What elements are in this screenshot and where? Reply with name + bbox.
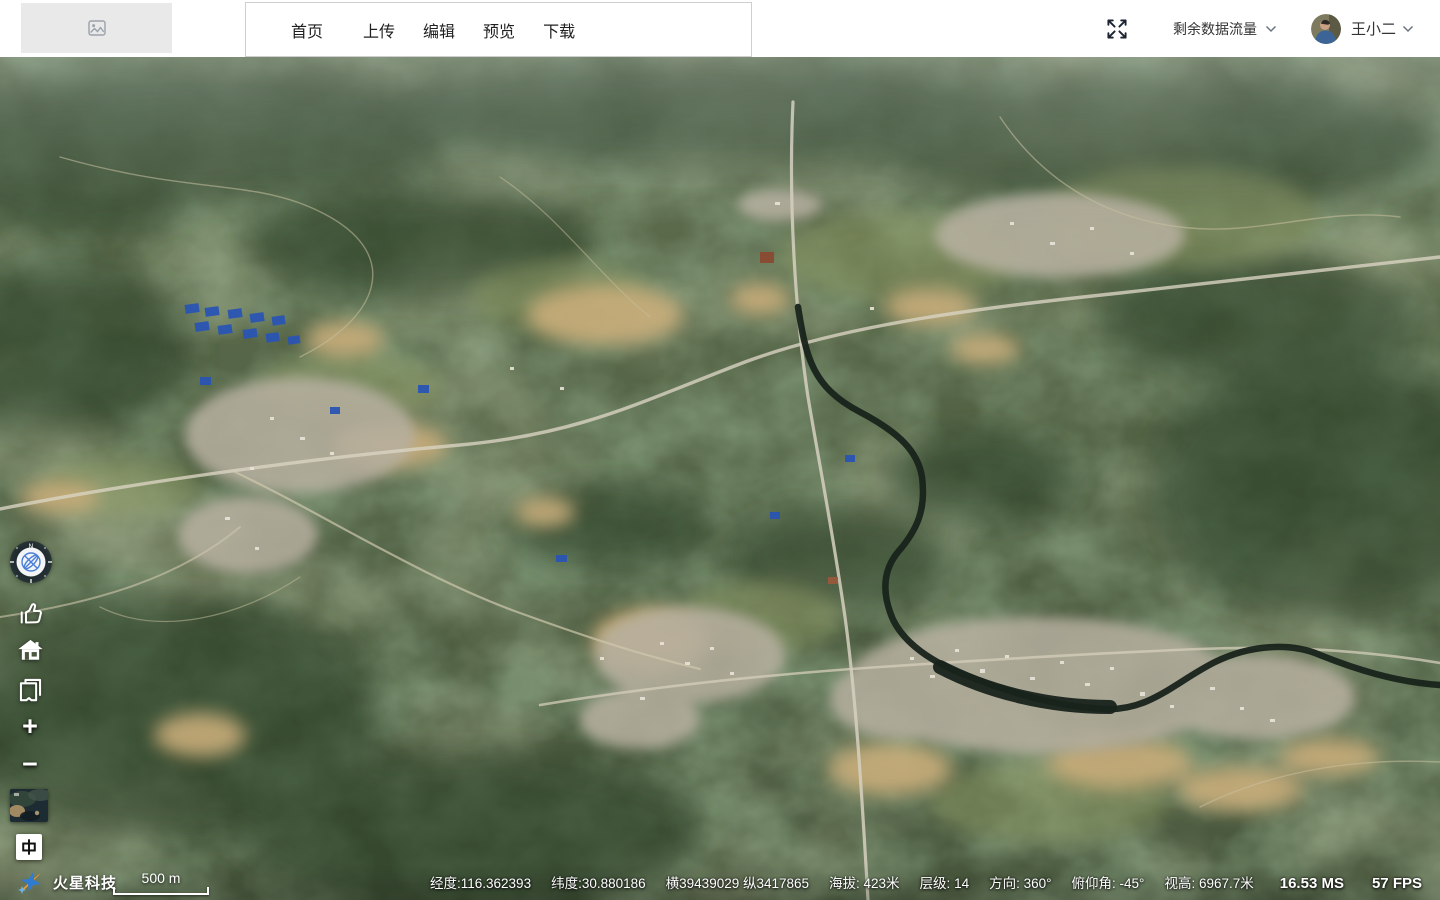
thumbs-up-icon [17, 600, 44, 627]
app-window: 首页 上传 编辑 预览 下载 剩余数据流量 [0, 0, 1440, 900]
basemap-thumbnail[interactable] [10, 789, 48, 822]
satellite-terrain-graphic [0, 57, 1440, 900]
header-right-cluster: 剩余数据流量 王小二 [1105, 0, 1414, 57]
nav-item-download[interactable]: 下载 [543, 18, 575, 42]
nav-item-upload[interactable]: 上传 [363, 18, 395, 42]
bookmark-pages-button[interactable] [15, 676, 45, 703]
like-button[interactable] [15, 600, 45, 627]
status-latitude: 纬度:30.880186 [551, 872, 646, 892]
nav-item-edit[interactable]: 编辑 [423, 18, 455, 42]
status-altitude: 海拔: 423米 [829, 872, 900, 892]
satellite-map-viewport[interactable] [0, 57, 1440, 900]
status-readouts: 经度:116.362393 纬度:30.880186 横39439029 纵34… [430, 872, 1422, 892]
status-zoom-level: 层级: 14 [920, 872, 970, 892]
home-view-icon [17, 637, 44, 664]
map-status-bar: 火星科技 500 m 经度:116.362393 纬度:30.880186 横3… [0, 864, 1440, 900]
nav-item-home[interactable]: 首页 [291, 18, 323, 42]
minus-icon: − [22, 751, 38, 778]
brand-block: 火星科技 [14, 870, 117, 894]
fullscreen-expand-icon[interactable] [1105, 17, 1129, 41]
zoom-in-button[interactable]: + [15, 713, 45, 740]
status-view-height: 视高: 6967.7米 [1164, 872, 1253, 892]
pages-bookmark-icon [17, 676, 44, 703]
scale-bar: 500 m [113, 871, 209, 895]
status-projected-coords: 横39439029 纵3417865 [666, 872, 809, 892]
zhong-square-icon [19, 837, 39, 857]
status-longitude: 经度:116.362393 [430, 872, 531, 892]
scale-label: 500 m [113, 871, 209, 886]
plus-icon: + [22, 713, 38, 740]
user-avatar[interactable] [1311, 14, 1341, 44]
brand-name: 火星科技 [53, 872, 117, 893]
zoom-out-button[interactable]: − [15, 751, 45, 778]
scale-bracket [113, 887, 209, 895]
user-menu[interactable]: 王小二 [1351, 18, 1414, 39]
compass-control[interactable]: N [8, 539, 54, 585]
language-toggle-button[interactable] [16, 834, 42, 860]
mars-tech-star-icon [14, 870, 46, 894]
traffic-dropdown[interactable]: 剩余数据流量 [1173, 19, 1277, 39]
top-header-bar: 首页 上传 编辑 预览 下载 剩余数据流量 [0, 0, 1440, 57]
status-fps: 57 FPS [1372, 875, 1422, 892]
home-view-button[interactable] [15, 637, 45, 664]
logo-image-placeholder [21, 3, 172, 53]
chevron-down-icon [1265, 25, 1277, 33]
image-placeholder-icon [88, 20, 106, 36]
nav-item-preview[interactable]: 预览 [483, 18, 515, 42]
status-heading: 方向: 360° [989, 872, 1051, 892]
chevron-down-icon [1402, 25, 1414, 33]
status-latency: 16.53 MS [1280, 875, 1344, 892]
user-name: 王小二 [1351, 18, 1396, 39]
status-pitch: 俯仰角: -45° [1072, 872, 1145, 892]
main-nav: 首页 上传 编辑 预览 下载 [245, 2, 752, 57]
traffic-dropdown-label: 剩余数据流量 [1173, 19, 1257, 39]
